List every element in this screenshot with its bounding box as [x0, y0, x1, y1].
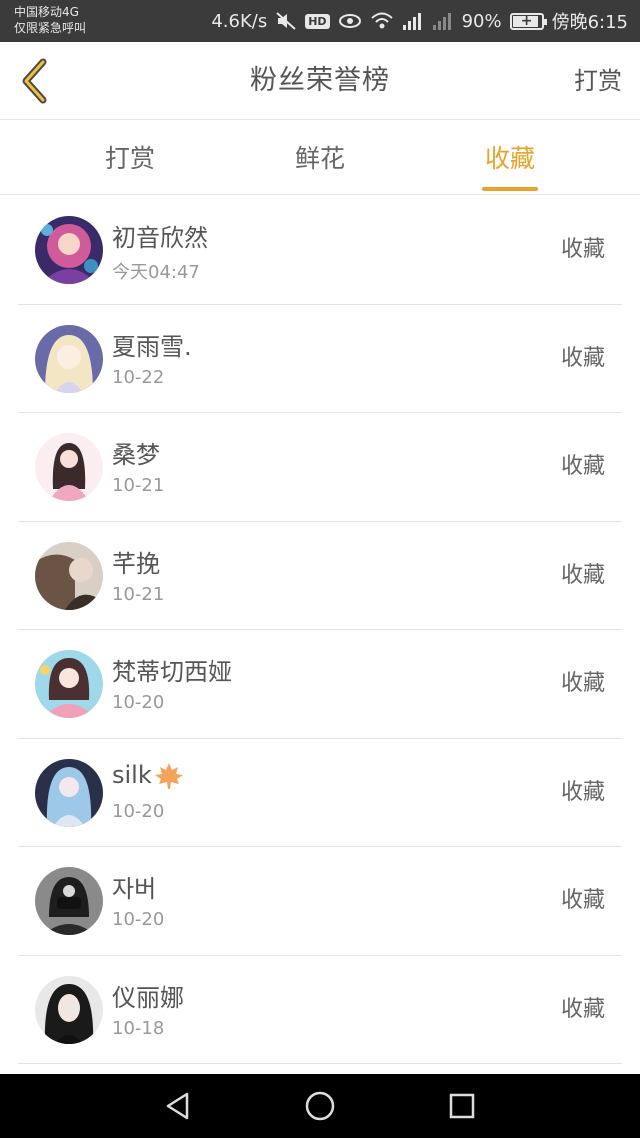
system-nav-bar: [0, 1074, 640, 1138]
favorite-label: 收藏: [560, 779, 605, 805]
user-name: 仪丽娜: [112, 983, 184, 1012]
reward-button[interactable]: 打赏: [574, 42, 622, 120]
user-name: 夏雨雪.: [112, 332, 192, 361]
active-tab-indicator: [482, 187, 538, 191]
user-name: 桑梦: [112, 441, 160, 469]
user-name: 자버: [112, 875, 157, 903]
avatar: [35, 216, 103, 284]
avatar: [35, 541, 103, 610]
favorite-label: 收藏: [560, 888, 605, 913]
avatar: [35, 975, 103, 1044]
favorite-label: 收藏: [560, 671, 605, 696]
tab-favorites[interactable]: 收藏: [460, 121, 560, 195]
timestamp: 10-21: [112, 583, 165, 605]
tab-bar: 打赏 鲜花 收藏: [0, 121, 640, 195]
carrier-name: 中国移动4G: [14, 5, 79, 19]
mute-icon: [275, 11, 297, 31]
list-item[interactable]: 初音欣然 今天04:47 收藏: [18, 196, 622, 305]
user-name: 梵蒂切西娅: [112, 658, 232, 686]
battery-icon: +: [509, 12, 547, 30]
avatar: [35, 758, 103, 827]
timestamp: 10-18: [112, 1017, 165, 1039]
avatar: [35, 650, 103, 718]
status-bar: 中国移动4G 仅限紧急呼叫 4.6K/s HD 90% + 傍晚6:15: [0, 0, 640, 42]
nav-recents-button[interactable]: [422, 1074, 502, 1138]
nav-home-button[interactable]: [280, 1074, 360, 1138]
favorite-label: 收藏: [560, 454, 605, 479]
avatar: [35, 867, 103, 935]
timestamp: 今天04:47: [112, 262, 200, 283]
list-item[interactable]: 芊挽 10-21 收藏: [18, 522, 622, 630]
list-item[interactable]: 夏雨雪. 10-22 收藏: [18, 305, 622, 413]
timestamp: 10-21: [112, 475, 165, 496]
header: 粉丝荣誉榜 打赏: [0, 42, 640, 120]
list-item[interactable]: 梵蒂切西娅 10-20 收藏: [18, 630, 622, 739]
hd-icon: HD: [305, 13, 330, 29]
eye-icon: [338, 12, 362, 30]
timestamp: 10-20: [112, 692, 165, 713]
clock: 傍晚6:15: [551, 12, 628, 33]
avatar: [35, 324, 103, 393]
net-speed: 4.6K/s: [211, 10, 268, 32]
favorite-label: 收藏: [560, 562, 605, 588]
favorite-label: 收藏: [560, 237, 605, 262]
maple-leaf-icon: [154, 762, 183, 789]
timestamp: 10-22: [112, 366, 165, 388]
fan-list: 初音欣然 今天04:47 收藏 夏雨雪. 10-22 收藏 桑梦 10-21 收…: [18, 196, 622, 1064]
user-name: 初音欣然: [112, 224, 208, 252]
list-item[interactable]: 桑梦 10-21 收藏: [18, 413, 622, 522]
circle-home-icon: [305, 1091, 335, 1121]
user-name: silk: [112, 761, 184, 790]
signal-icon-2: [432, 11, 454, 31]
favorite-label: 收藏: [560, 996, 605, 1022]
carrier-info: 中国移动4G 仅限紧急呼叫: [14, 4, 86, 36]
avatar: [35, 433, 103, 501]
square-recents-icon: [449, 1093, 475, 1119]
triangle-back-icon: [166, 1092, 189, 1120]
wifi-icon: [370, 11, 394, 31]
timestamp: 10-20: [112, 909, 165, 930]
nav-back-button[interactable]: [138, 1074, 218, 1138]
signal-icon: [402, 11, 424, 31]
list-item[interactable]: 仪丽娜 10-18 收藏: [18, 956, 622, 1064]
tab-flowers[interactable]: 鲜花: [270, 121, 370, 195]
list-item[interactable]: silk 10-20 收藏: [18, 739, 622, 847]
favorite-label: 收藏: [560, 345, 605, 371]
battery-percent: 90%: [461, 10, 502, 32]
page-title: 粉丝荣誉榜: [250, 65, 390, 96]
tab-reward[interactable]: 打赏: [80, 121, 180, 195]
list-item[interactable]: 자버 10-20 收藏: [18, 847, 622, 956]
user-name: 芊挽: [112, 549, 160, 578]
timestamp: 10-20: [112, 800, 165, 822]
emergency-only: 仅限紧急呼叫: [14, 21, 87, 35]
status-indicators: 4.6K/s HD 90% + 傍晚6:15: [211, 0, 628, 42]
